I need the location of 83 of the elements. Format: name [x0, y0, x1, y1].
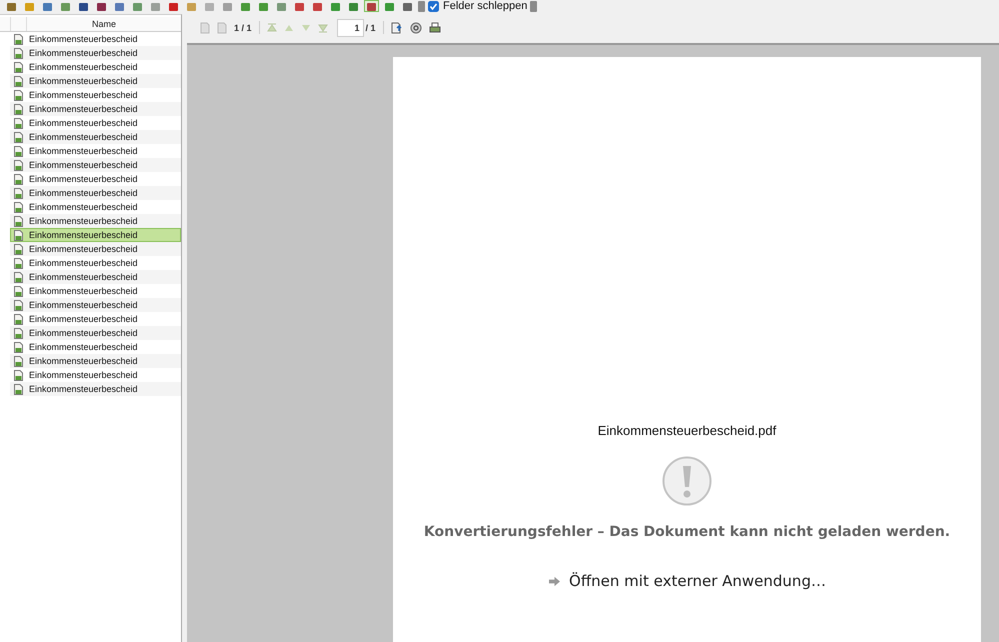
arrow-icon — [548, 576, 562, 586]
document-icon — [14, 258, 23, 268]
document-icon — [14, 230, 23, 240]
page-icon[interactable] — [217, 22, 227, 34]
list-row[interactable]: Einkommensteuerbescheid — [10, 368, 181, 382]
document-icon — [14, 104, 23, 114]
toolbar-button[interactable] — [364, 0, 379, 12]
document-icon — [14, 160, 23, 170]
checkbox[interactable] — [428, 0, 439, 12]
toolbar-button[interactable] — [94, 0, 109, 12]
list-row[interactable]: Einkommensteuerbescheid — [10, 312, 181, 326]
list-row[interactable]: Einkommensteuerbescheid — [10, 256, 181, 270]
document-icon — [14, 314, 23, 324]
list-row[interactable]: Einkommensteuerbescheid — [10, 172, 181, 186]
list-row[interactable]: Einkommensteuerbescheid — [10, 116, 181, 130]
page-count: 1 / 1 — [234, 22, 252, 32]
list-row[interactable]: Einkommensteuerbescheid — [10, 186, 181, 200]
export-icon[interactable] — [390, 22, 403, 34]
toolbar-button[interactable] — [310, 0, 325, 12]
list-row[interactable]: Einkommensteuerbescheid — [10, 102, 181, 116]
list-row[interactable]: Einkommensteuerbescheid — [10, 214, 181, 228]
list-row[interactable]: Einkommensteuerbescheid — [10, 326, 181, 340]
column-header — [10, 17, 27, 31]
document-icon — [14, 174, 23, 184]
document-icon — [14, 370, 23, 380]
page-total: / 1 — [366, 22, 376, 32]
document-icon — [14, 328, 23, 338]
list-row[interactable]: Einkommensteuerbescheid — [10, 74, 181, 88]
toolbar-button[interactable] — [166, 0, 181, 12]
file-name: Einkommensteuerbescheid.pdf — [598, 423, 776, 438]
document-icon — [14, 244, 23, 254]
list-row[interactable]: Einkommensteuerbescheid — [10, 144, 181, 158]
list-row[interactable]: Einkommensteuerbescheid — [10, 270, 181, 284]
document-icon — [14, 188, 23, 198]
list-row[interactable]: Einkommensteuerbescheid — [10, 354, 181, 368]
list-row[interactable]: Einkommensteuerbescheid — [10, 382, 181, 396]
toolbar-button[interactable] — [40, 0, 55, 12]
document-icon — [14, 48, 23, 58]
toolbar-button[interactable] — [400, 0, 415, 12]
document-icon — [14, 132, 23, 142]
email-icon[interactable] — [410, 22, 422, 34]
last-page-icon[interactable] — [318, 22, 328, 32]
page-icon[interactable] — [200, 22, 210, 34]
document-icon — [14, 300, 23, 310]
list-row[interactable]: Einkommensteuerbescheid — [10, 200, 181, 214]
document-icon — [14, 76, 23, 86]
page-input-field[interactable]: 1 — [336, 18, 364, 36]
toolbar-button[interactable] — [382, 0, 397, 12]
document-icon — [14, 384, 23, 394]
checkbox-label[interactable]: Felder schleppen — [443, 0, 528, 12]
toolbar-button[interactable] — [328, 0, 343, 12]
print-icon[interactable] — [428, 22, 441, 34]
list-row[interactable]: Einkommensteuerbescheid — [10, 158, 181, 172]
toolbar-button[interactable] — [76, 0, 91, 12]
document-icon — [14, 146, 23, 156]
toolbar-button[interactable] — [346, 0, 361, 12]
document-icon — [14, 216, 23, 226]
list-row[interactable]: Einkommensteuerbescheid — [10, 130, 181, 144]
list-row[interactable]: Einkommensteuerbescheid — [10, 228, 181, 242]
document-icon — [14, 90, 23, 100]
document-icon — [14, 118, 23, 128]
document-icon — [14, 342, 23, 352]
first-page-icon[interactable] — [266, 22, 277, 32]
document-icon — [14, 356, 23, 366]
list-row[interactable]: Einkommensteuerbescheid — [10, 242, 181, 256]
error-message: Konvertierungsfehler – Das Dokument kann nicht geladen werden. — [424, 524, 950, 540]
document-icon — [14, 202, 23, 212]
toolbar-button[interactable] — [112, 0, 127, 12]
list-row[interactable]: Einkommensteuerbescheid — [10, 60, 181, 74]
list-row[interactable]: Einkommensteuerbescheid — [10, 88, 181, 102]
toolbar-button[interactable] — [4, 0, 19, 12]
document-icon — [14, 34, 23, 44]
document-icon — [14, 286, 23, 296]
list-row[interactable]: Einkommensteuerbescheid — [10, 284, 181, 298]
list-row[interactable]: Einkommensteuerbescheid — [10, 340, 181, 354]
list-row[interactable]: Einkommensteuerbescheid — [10, 46, 181, 60]
toolbar-button[interactable] — [292, 0, 307, 12]
list-row[interactable]: Einkommensteuerbescheid — [10, 298, 181, 312]
document-icon — [14, 62, 23, 72]
exclamation-icon — [662, 456, 712, 506]
document-icon — [14, 272, 23, 282]
open-external-link[interactable]: Öffnen mit externer Anwendung… — [569, 572, 826, 590]
list-row[interactable]: Einkommensteuerbescheid — [10, 32, 181, 46]
